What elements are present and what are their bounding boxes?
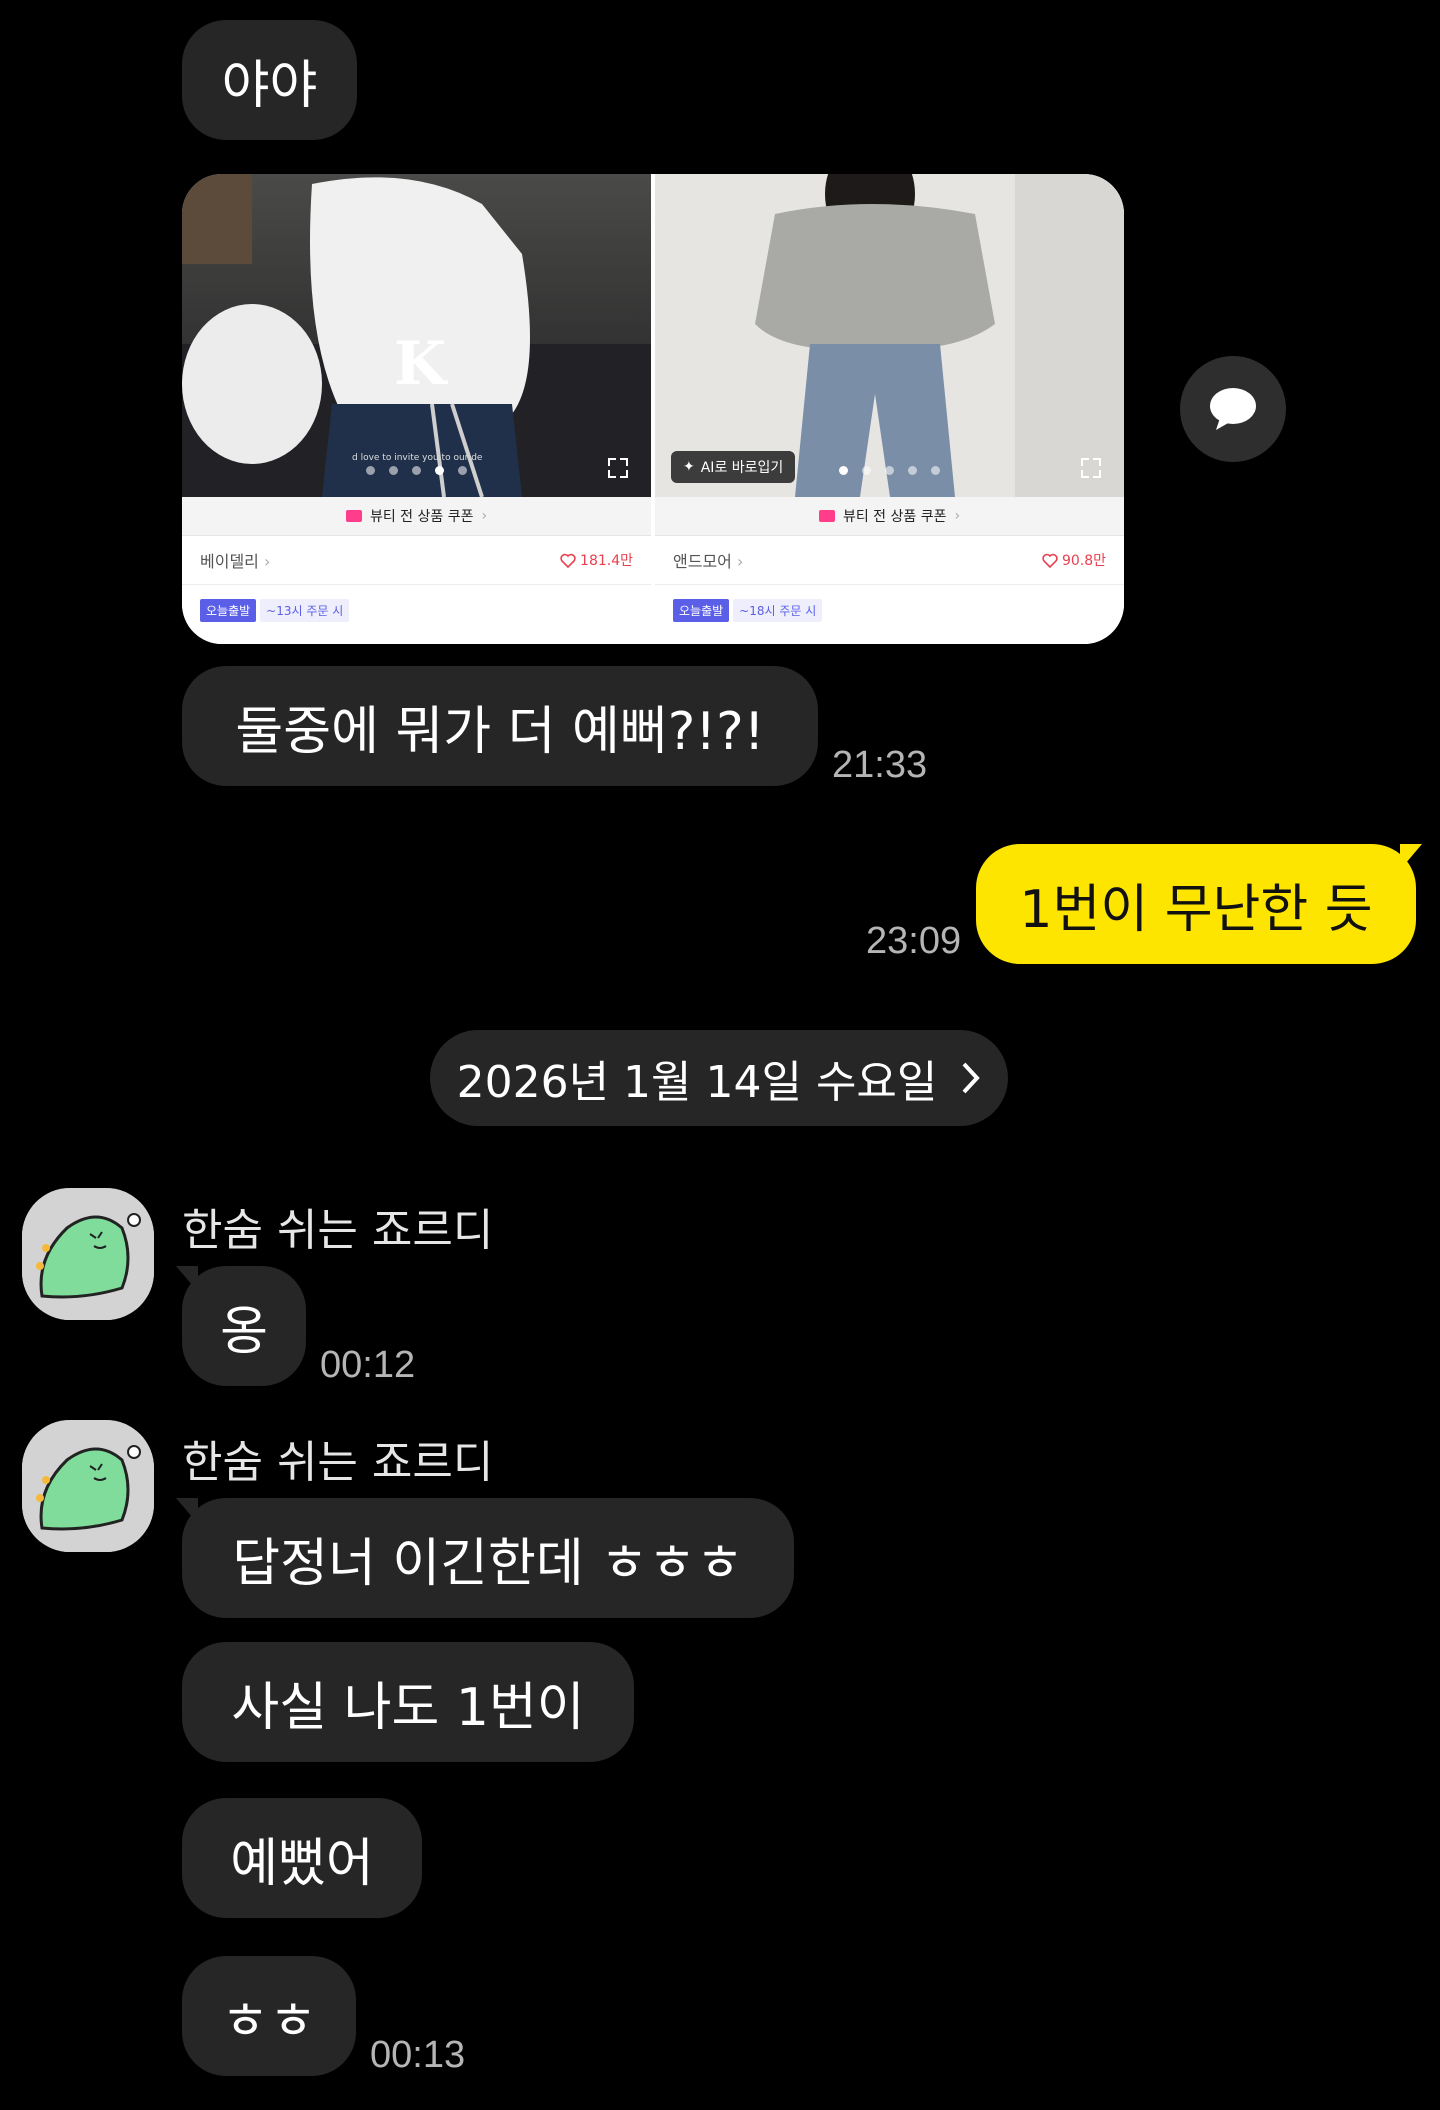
jordy-avatar-icon <box>22 1420 154 1552</box>
product-card-1[interactable]: K d love to invite you to our de 뷰티 전 상품… <box>182 174 651 644</box>
coupon-icon <box>345 510 362 522</box>
message-text: 옹 <box>220 1301 268 1362</box>
my-message-bubble[interactable]: 1번이 무난한 듯 <box>976 844 1416 964</box>
message-time: 00:12 <box>320 1344 416 1386</box>
date-divider[interactable]: 2026년 1월 14일 수요일 <box>430 1030 1008 1126</box>
shipping-row: 오늘출발 ~13시 주문 시 <box>182 585 651 635</box>
message-text: 야야 <box>221 55 318 116</box>
heart-icon <box>1042 553 1058 568</box>
svg-text:K: K <box>394 329 448 399</box>
coupon-banner[interactable]: 뷰티 전 상품 쿠폰 › <box>182 497 651 536</box>
like-count[interactable]: 181.4만 <box>560 550 633 570</box>
like-text: 181.4만 <box>580 553 633 569</box>
chevron-right-icon: › <box>736 552 744 571</box>
sender-name: 한숨 쉬는 죠르디 <box>182 1437 494 1488</box>
message-text: 1번이 무난한 듯 <box>1019 879 1373 940</box>
coupon-text: 뷰티 전 상품 쿠폰 <box>369 509 474 525</box>
message-text: 둘중에 뭐가 더 예뻐?!?! <box>235 701 765 762</box>
message-time: 23:09 <box>866 920 962 962</box>
brand-row[interactable]: 베이델리 › 181.4만 <box>182 536 651 585</box>
message-bubble[interactable]: ㅎㅎ <box>182 1956 356 2076</box>
brand-row[interactable]: 앤드모어 › 90.8만 <box>655 536 1124 585</box>
expand-icon[interactable] <box>1080 457 1102 479</box>
message-bubble[interactable]: 옹 <box>182 1266 306 1386</box>
overlay-caption: d love to invite you to our de <box>352 453 483 463</box>
ship-badge: 오늘출발 <box>200 598 257 622</box>
message-bubble[interactable]: 사실 나도 1번이 <box>182 1642 634 1762</box>
message-bubble[interactable]: 야야 <box>182 20 357 140</box>
ship-note: ~18시 주문 시 <box>733 598 823 622</box>
shipping-row: 오늘출발 ~18시 주문 시 <box>655 585 1124 635</box>
carousel-dots <box>655 466 1124 475</box>
message-time: 21:33 <box>832 744 928 786</box>
product-photo-2[interactable]: ✦ AI로 바로입기 <box>655 174 1124 497</box>
avatar[interactable] <box>22 1188 154 1320</box>
heart-icon <box>560 553 576 568</box>
chevron-right-icon: › <box>954 508 961 524</box>
coupon-text: 뷰티 전 상품 쿠폰 <box>842 509 947 525</box>
message-text: 사실 나도 1번이 <box>231 1677 585 1738</box>
product-share-card[interactable]: K d love to invite you to our de 뷰티 전 상품… <box>182 174 1124 644</box>
avatar[interactable] <box>22 1420 154 1552</box>
date-text: 2026년 1월 14일 수요일 <box>456 1057 938 1108</box>
carousel-dots <box>182 466 651 475</box>
product-image <box>655 174 1124 497</box>
sender-name: 한숨 쉬는 죠르디 <box>182 1205 494 1256</box>
message-bubble[interactable]: 둘중에 뭐가 더 예뻐?!?! <box>182 666 818 786</box>
like-text: 90.8만 <box>1061 553 1106 569</box>
speech-bubble-icon <box>1210 388 1256 430</box>
share-button[interactable] <box>1180 356 1286 462</box>
chevron-right-icon <box>962 1062 981 1094</box>
ship-badge: 오늘출발 <box>673 598 730 622</box>
message-bubble[interactable]: 예뻤어 <box>182 1798 422 1918</box>
chevron-right-icon: › <box>481 508 488 524</box>
coupon-icon <box>818 510 835 522</box>
jordy-avatar-icon <box>22 1188 154 1320</box>
ship-note: ~13시 주문 시 <box>260 598 350 622</box>
chevron-right-icon: › <box>263 552 271 571</box>
coupon-banner[interactable]: 뷰티 전 상품 쿠폰 › <box>655 497 1124 536</box>
message-bubble[interactable]: 답정너 이긴한데 ㅎㅎㅎ <box>182 1498 794 1618</box>
product-card-2[interactable]: ✦ AI로 바로입기 뷰티 전 상품 쿠폰 › 앤드모어 › 90.8만 오늘출… <box>655 174 1124 644</box>
message-text: 답정너 이긴한데 ㅎㅎㅎ <box>232 1533 744 1594</box>
like-count[interactable]: 90.8만 <box>1042 550 1106 570</box>
expand-icon[interactable] <box>607 457 629 479</box>
message-time: 00:13 <box>370 2034 466 2076</box>
message-text: ㅎㅎ <box>221 1991 317 2052</box>
brand-name: 베이델리 <box>200 552 259 571</box>
product-photo-1[interactable]: K d love to invite you to our de <box>182 174 651 497</box>
message-text: 예뻤어 <box>230 1833 374 1894</box>
brand-name: 앤드모어 <box>673 552 732 571</box>
product-image: K <box>182 174 651 497</box>
